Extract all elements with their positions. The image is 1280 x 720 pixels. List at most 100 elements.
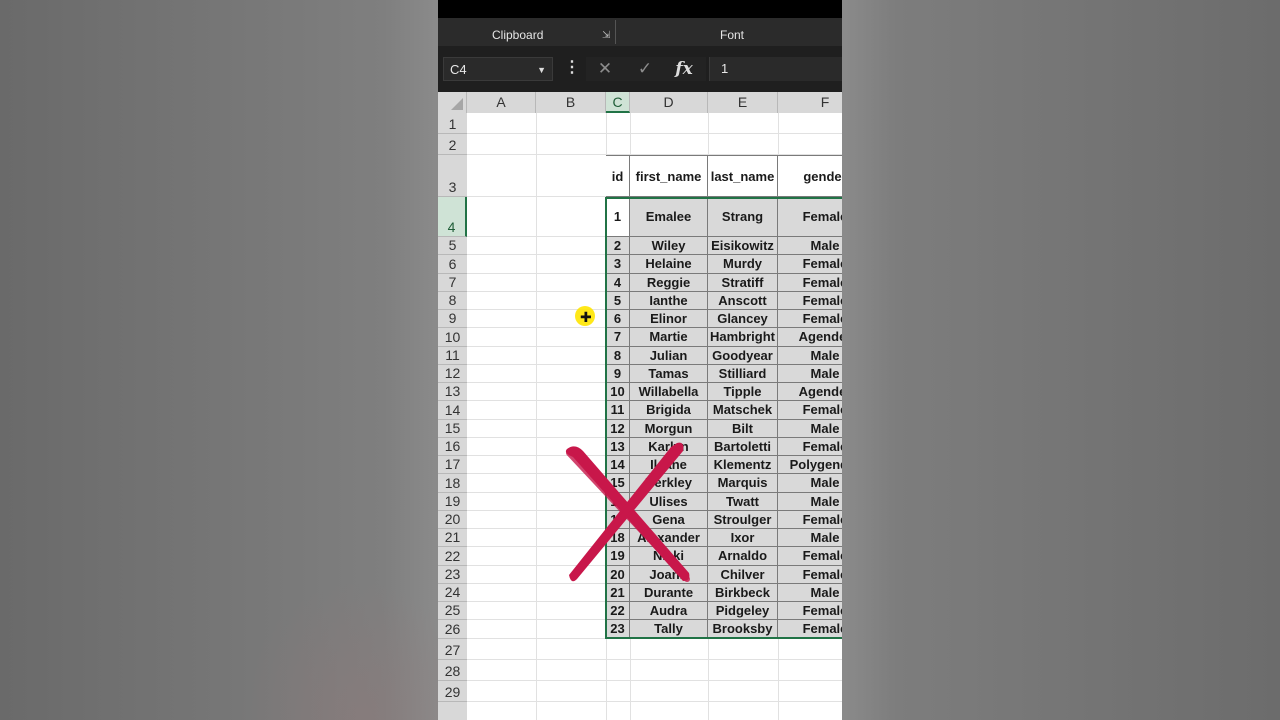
table-cell-gender[interactable]: Male xyxy=(778,474,842,493)
row-header-27[interactable]: 27 xyxy=(438,639,467,660)
row-header-17[interactable]: 17 xyxy=(438,456,467,475)
table-cell-last-name[interactable]: Hambright xyxy=(708,328,778,347)
table-cell-gender[interactable]: Female xyxy=(778,565,842,584)
row-header-21[interactable]: 21 xyxy=(438,529,467,548)
table-cell-gender[interactable]: Female xyxy=(778,291,842,310)
table-cell-id[interactable]: 5 xyxy=(606,291,630,310)
table-cell-gender[interactable]: Male xyxy=(778,419,842,438)
select-all-button[interactable] xyxy=(438,92,467,113)
row-header-11[interactable]: 11 xyxy=(438,347,467,365)
table-cell-gender[interactable]: Male xyxy=(778,492,842,511)
close-icon[interactable]: ✕ xyxy=(590,54,620,84)
table-cell-first-name[interactable]: Tally xyxy=(630,620,708,639)
table-cell-last-name[interactable]: Stratiff xyxy=(708,273,778,292)
table-cell-last-name[interactable]: Marquis xyxy=(708,474,778,493)
table-cell-first-name[interactable]: Durante xyxy=(630,583,708,602)
header-cell-last-name[interactable]: last_name xyxy=(708,155,778,197)
chevron-down-icon[interactable]: ▼ xyxy=(537,58,546,82)
header-cell-first-name[interactable]: first_name xyxy=(630,155,708,197)
table-cell-first-name[interactable]: Wiley xyxy=(630,237,708,256)
table-cell-id[interactable]: 10 xyxy=(606,383,630,402)
table-cell-gender[interactable]: Male xyxy=(778,583,842,602)
table-cell-last-name[interactable]: Stroulger xyxy=(708,510,778,529)
table-cell-id[interactable]: 8 xyxy=(606,346,630,365)
column-header-a[interactable]: A xyxy=(467,92,536,113)
table-cell-last-name[interactable]: Birkbeck xyxy=(708,583,778,602)
table-cell-last-name[interactable]: Strang xyxy=(708,197,778,237)
table-cell-first-name[interactable]: Brigida xyxy=(630,401,708,420)
table-cell-gender[interactable]: Polygender xyxy=(778,456,842,475)
table-cell-first-name[interactable]: Helaine xyxy=(630,255,708,274)
table-cell-gender[interactable]: Female xyxy=(778,310,842,329)
header-cell-gender[interactable]: gender xyxy=(778,155,842,197)
row-header-18[interactable]: 18 xyxy=(438,474,467,493)
table-cell-gender[interactable]: Female xyxy=(778,273,842,292)
row-header-28[interactable]: 28 xyxy=(438,660,467,681)
check-icon[interactable]: ✓ xyxy=(630,54,660,84)
table-cell-gender[interactable]: Agender xyxy=(778,383,842,402)
header-cell-id[interactable]: id xyxy=(606,155,630,197)
table-cell-gender[interactable]: Male xyxy=(778,364,842,383)
table-cell-gender[interactable]: Female xyxy=(778,255,842,274)
table-cell-last-name[interactable]: Murdy xyxy=(708,255,778,274)
row-header-2[interactable]: 2 xyxy=(438,134,467,155)
row-header-20[interactable]: 20 xyxy=(438,511,467,529)
row-header-13[interactable]: 13 xyxy=(438,383,467,402)
table-cell-gender[interactable]: Female xyxy=(778,602,842,621)
table-cell-first-name[interactable]: Tamas xyxy=(630,364,708,383)
table-cell-last-name[interactable]: Stilliard xyxy=(708,364,778,383)
name-box[interactable]: C4 ▼ xyxy=(443,57,553,81)
row-header-6[interactable]: 6 xyxy=(438,255,467,274)
table-cell-first-name[interactable]: Reggie xyxy=(630,273,708,292)
row-header-14[interactable]: 14 xyxy=(438,401,467,420)
row-header-25[interactable]: 25 xyxy=(438,602,467,621)
row-header-24[interactable]: 24 xyxy=(438,584,467,602)
row-header-9[interactable]: 9 xyxy=(438,310,467,329)
table-cell-last-name[interactable]: Klementz xyxy=(708,456,778,475)
table-cell-first-name[interactable]: Elinor xyxy=(630,310,708,329)
table-cell-last-name[interactable]: Anscott xyxy=(708,291,778,310)
table-cell-gender[interactable]: Female xyxy=(778,437,842,456)
table-cell-id[interactable]: 1 xyxy=(606,197,630,237)
table-cell-last-name[interactable]: Twatt xyxy=(708,492,778,511)
row-header-23[interactable]: 23 xyxy=(438,566,467,584)
row-header-5[interactable]: 5 xyxy=(438,237,467,256)
worksheet-grid[interactable]: idfirst_namelast_namegender 1EmaleeStrang… xyxy=(467,113,842,720)
row-header-12[interactable]: 12 xyxy=(438,365,467,383)
row-header-26[interactable]: 26 xyxy=(438,620,467,639)
table-cell-first-name[interactable]: Martie xyxy=(630,328,708,347)
table-cell-gender[interactable]: Female xyxy=(778,197,842,237)
table-cell-id[interactable]: 11 xyxy=(606,401,630,420)
table-cell-id[interactable]: 3 xyxy=(606,255,630,274)
table-cell-gender[interactable]: Female xyxy=(778,510,842,529)
table-cell-id[interactable]: 23 xyxy=(606,620,630,639)
row-header-1[interactable]: 1 xyxy=(438,113,467,134)
table-cell-last-name[interactable]: Chilver xyxy=(708,565,778,584)
table-cell-id[interactable]: 12 xyxy=(606,419,630,438)
table-cell-last-name[interactable]: Matschek xyxy=(708,401,778,420)
table-cell-last-name[interactable]: Bartoletti xyxy=(708,437,778,456)
row-header-29[interactable]: 29 xyxy=(438,681,467,702)
table-cell-id[interactable]: 21 xyxy=(606,583,630,602)
table-cell-gender[interactable]: Male xyxy=(778,346,842,365)
table-cell-gender[interactable]: Agender xyxy=(778,328,842,347)
table-cell-id[interactable]: 2 xyxy=(606,237,630,256)
table-cell-first-name[interactable]: Emalee xyxy=(630,197,708,237)
table-cell-last-name[interactable]: Pidgeley xyxy=(708,602,778,621)
table-cell-gender[interactable]: Female xyxy=(778,401,842,420)
table-cell-gender[interactable]: Female xyxy=(778,620,842,639)
table-cell-last-name[interactable]: Arnaldo xyxy=(708,547,778,566)
column-header-b[interactable]: B xyxy=(536,92,606,113)
column-header-d[interactable]: D xyxy=(630,92,708,113)
row-header-15[interactable]: 15 xyxy=(438,420,467,438)
row-header-22[interactable]: 22 xyxy=(438,547,467,566)
table-cell-first-name[interactable]: Ianthe xyxy=(630,291,708,310)
table-cell-gender[interactable]: Female xyxy=(778,547,842,566)
table-cell-id[interactable]: 22 xyxy=(606,602,630,621)
table-cell-id[interactable]: 6 xyxy=(606,310,630,329)
row-header-4[interactable]: 4 xyxy=(438,197,467,237)
table-cell-last-name[interactable]: Eisikowitz xyxy=(708,237,778,256)
row-header-3[interactable]: 3 xyxy=(438,155,467,197)
table-cell-gender[interactable]: Male xyxy=(778,529,842,548)
table-cell-last-name[interactable]: Glancey xyxy=(708,310,778,329)
